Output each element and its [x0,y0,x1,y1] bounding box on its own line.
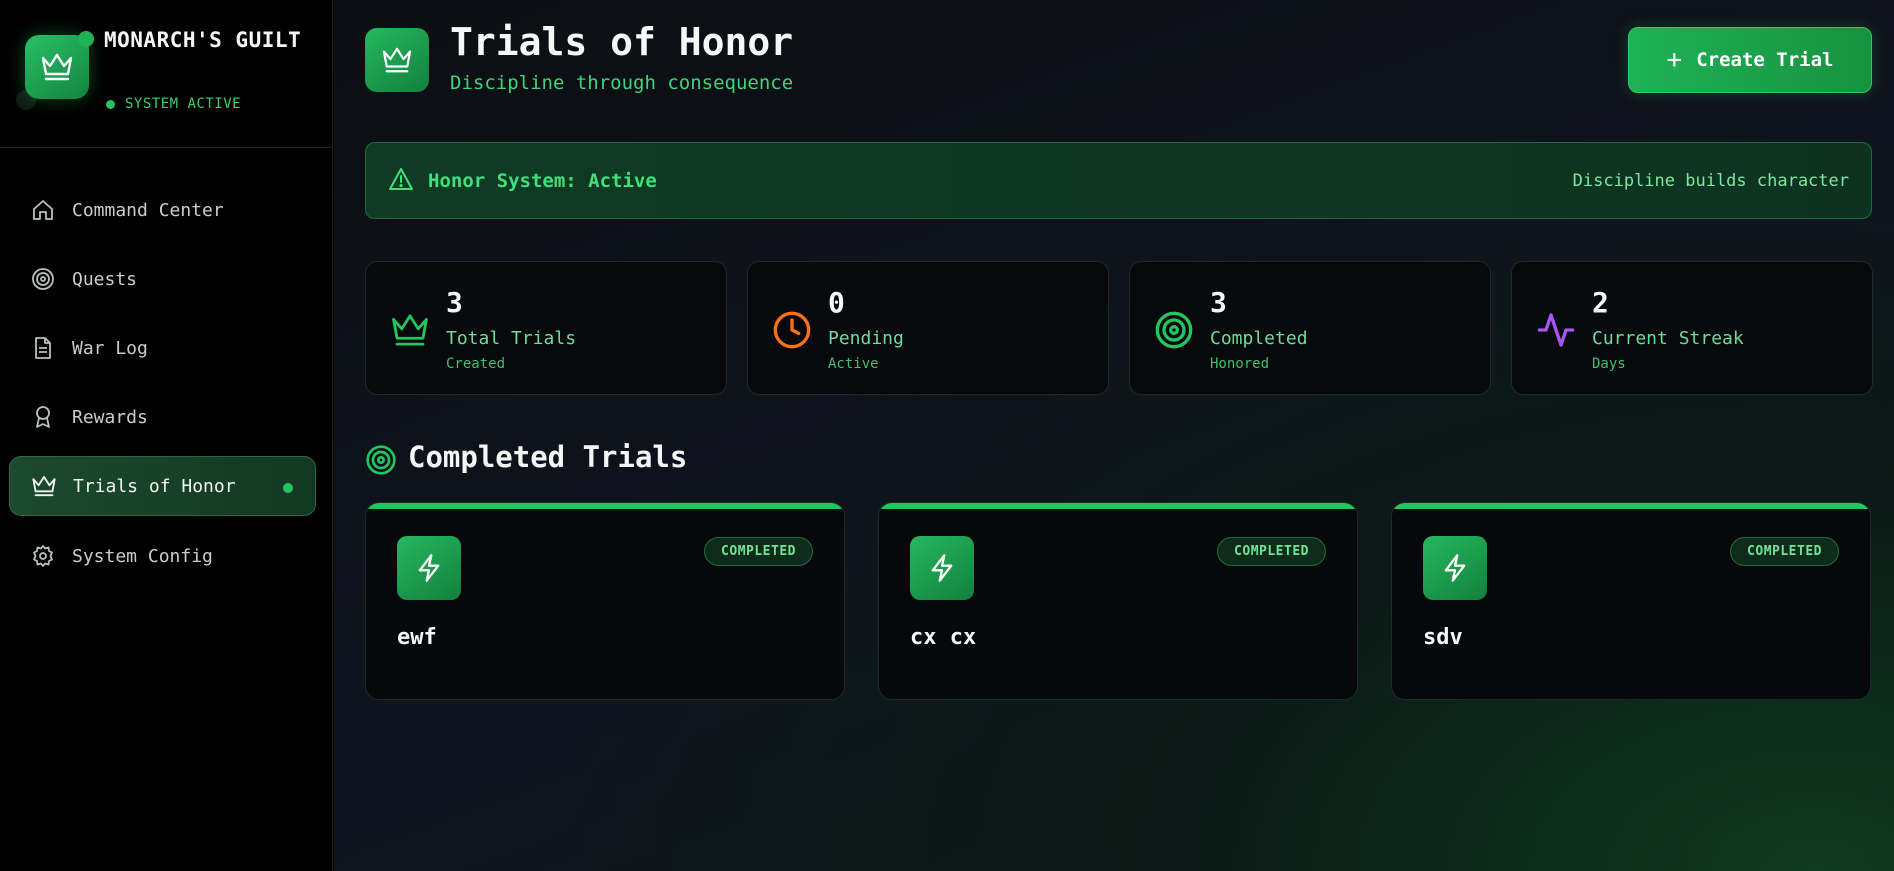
stat-sublabel: Honored [1210,356,1270,372]
sidebar-item-label: Rewards [72,406,148,428]
sidebar-item-war-log[interactable]: War Log [9,318,316,378]
warning-icon [388,167,414,195]
app-root: MONARCH'S GUILT SYSTEM ACTIVE Command Ce… [0,0,1894,871]
trial-name: sdv [1423,625,1463,650]
status-badge: COMPLETED [1217,537,1326,566]
sidebar-item-system-config[interactable]: System Config [9,526,316,586]
status-badge: COMPLETED [1730,537,1839,566]
sidebar-item-label: System Config [72,545,213,567]
stat-card-pending: 0 Pending Active [747,261,1109,395]
clock-icon [770,308,814,352]
lightning-icon [1423,536,1487,600]
home-icon [30,197,56,223]
stat-value: 3 [446,286,463,319]
lightning-icon [910,536,974,600]
stat-sublabel: Created [446,356,506,372]
sidebar-item-trials-of-honor[interactable]: Trials of Honor [9,456,316,516]
stat-sublabel: Days [1592,356,1626,372]
trial-card[interactable]: COMPLETED ewf [365,502,845,700]
create-trial-button[interactable]: + Create Trial [1628,27,1872,93]
crown-icon [31,473,57,499]
target-icon [1152,308,1196,352]
sidebar-item-command-center[interactable]: Command Center [9,180,316,240]
brand-title: MONARCH'S GUILT [104,28,302,52]
stat-label: Pending [828,328,904,349]
trial-card-accent-bar [366,503,844,509]
sidebar-item-label: Quests [72,268,138,290]
status-dot [106,99,115,109]
trial-name: cx cx [910,625,977,650]
award-icon [30,404,56,430]
trial-card[interactable]: COMPLETED cx cx [878,502,1358,700]
sidebar-item-rewards[interactable]: Rewards [9,387,316,447]
page-subtitle: Discipline through consequence [450,72,794,94]
sidebar-item-label: Trials of Honor [73,475,236,497]
trial-card-accent-bar [879,503,1357,509]
stat-sublabel: Active [828,356,879,372]
gear-icon [30,543,56,569]
trial-card-accent-bar [1392,503,1870,509]
sidebar-item-quests[interactable]: Quests [9,249,316,309]
system-status-label: SYSTEM ACTIVE [125,96,242,112]
stat-card-current-streak: 2 Current Streak Days [1511,261,1873,395]
stat-label: Current Streak [1592,328,1744,349]
brand-area: MONARCH'S GUILT SYSTEM ACTIVE [0,0,332,148]
stat-card-total-trials: 3 Total Trials Created [365,261,727,395]
activity-icon [1534,308,1578,352]
plus-icon: + [1666,45,1683,75]
banner-title: Honor System: Active [428,169,657,192]
brand-status-dot [78,31,94,47]
active-indicator [283,483,293,493]
create-trial-label: Create Trial [1696,49,1834,71]
stat-label: Total Trials [446,328,577,349]
status-badge: COMPLETED [704,537,813,566]
lightning-icon [397,536,461,600]
main-content: Trials of Honor Discipline through conse… [334,0,1894,871]
document-icon [30,335,56,361]
target-icon [365,444,397,476]
crown-icon [365,28,429,92]
stat-value: 0 [828,286,845,319]
banner-motto: Discipline builds character [1572,171,1849,191]
stat-value: 3 [1210,286,1227,319]
page-title: Trials of Honor [450,20,794,64]
trial-name: ewf [397,625,437,650]
stat-card-completed: 3 Completed Honored [1129,261,1491,395]
crown-icon [388,308,432,352]
target-icon [30,266,56,292]
stat-label: Completed [1210,328,1308,349]
trial-card[interactable]: COMPLETED sdv [1391,502,1871,700]
honor-system-banner: Honor System: Active Discipline builds c… [365,142,1872,219]
stat-value: 2 [1592,286,1609,319]
section-title: Completed Trials [408,440,688,474]
sidebar-item-label: War Log [72,337,148,359]
sidebar: MONARCH'S GUILT SYSTEM ACTIVE Command Ce… [0,0,333,871]
sidebar-item-label: Command Center [72,199,224,221]
system-status: SYSTEM ACTIVE [106,96,241,112]
